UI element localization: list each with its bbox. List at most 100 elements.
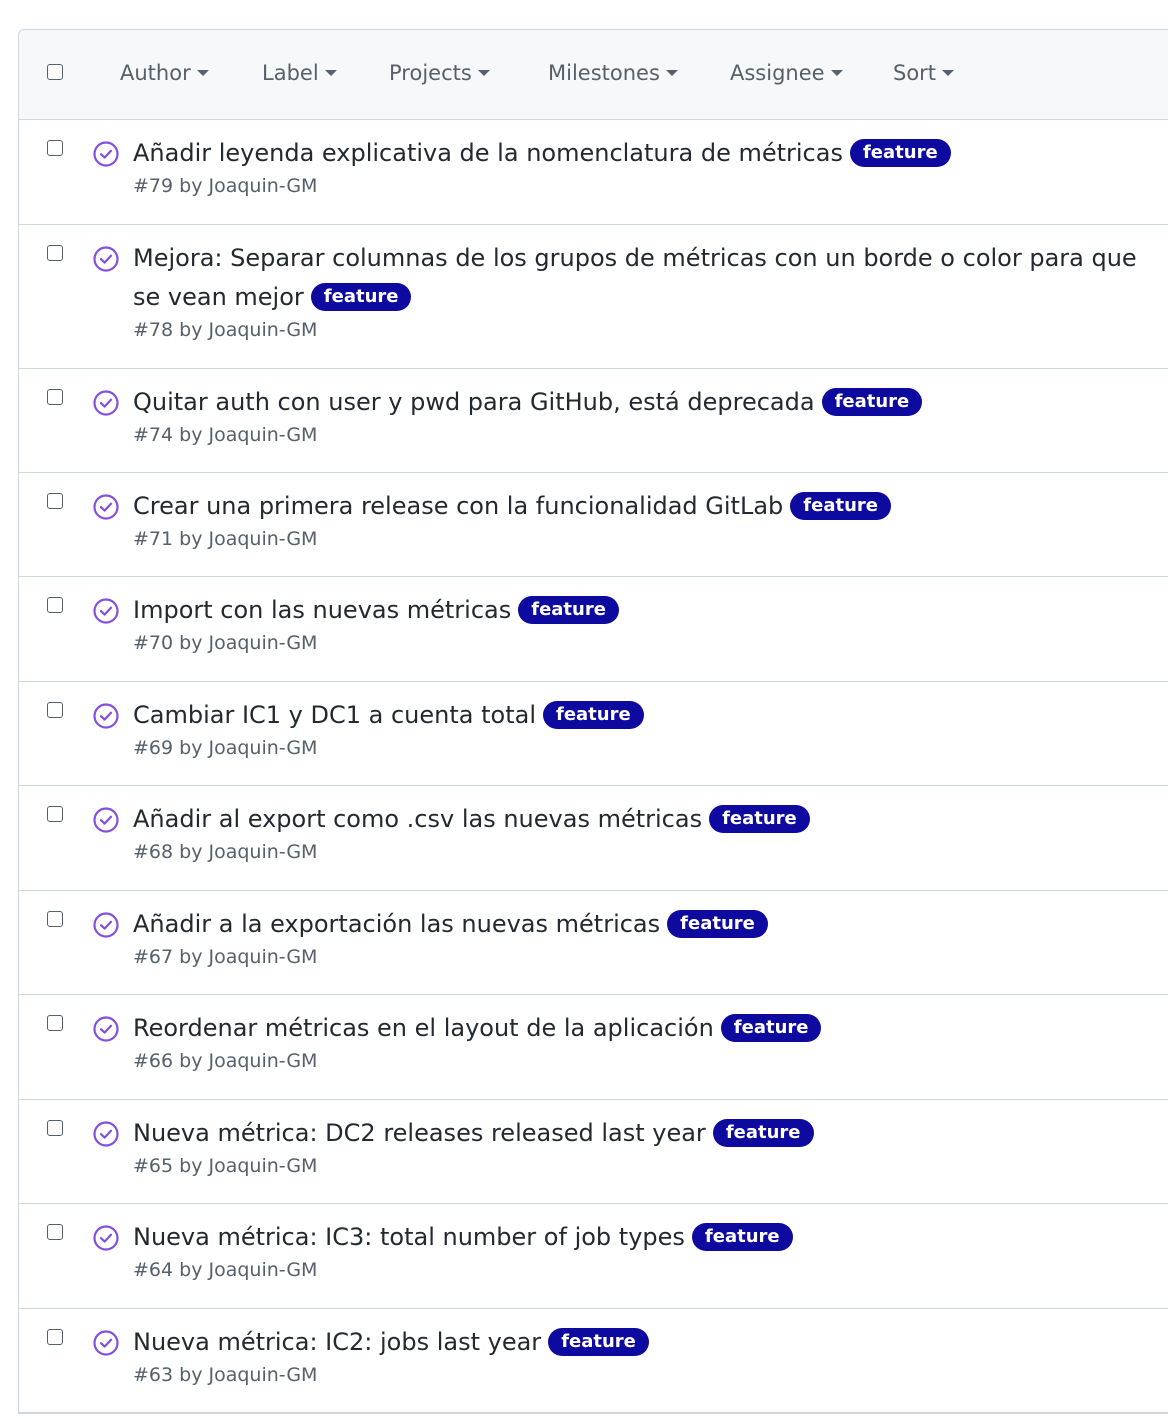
closed-issue-icon	[93, 703, 119, 729]
issue-list: Añadir leyenda explicativa de la nomencl…	[19, 120, 1168, 1413]
issue-checkbox[interactable]	[47, 702, 63, 718]
closed-issue-icon	[93, 390, 119, 416]
closed-issue-icon	[93, 1330, 119, 1356]
issue-title-line: Nueva métrica: DC2 releases released las…	[133, 1114, 1159, 1153]
issue-title-link[interactable]: Reordenar métricas en el layout de la ap…	[133, 1014, 714, 1042]
select-all-checkbox[interactable]	[47, 64, 63, 80]
chevron-down-icon	[942, 70, 955, 76]
issue-title-link[interactable]: Crear una primera release con la funcion…	[133, 492, 783, 520]
issue-meta: #79 by Joaquin-GM	[133, 175, 318, 197]
issue-title-line: Añadir leyenda explicativa de la nomencl…	[133, 134, 1159, 173]
issue-row: Cambiar IC1 y DC1 a cuenta total feature …	[19, 682, 1168, 786]
issue-content: Quitar auth con user y pwd para GitHub, …	[133, 383, 1159, 448]
issue-title-link[interactable]: Quitar auth con user y pwd para GitHub, …	[133, 388, 815, 416]
issue-checkbox[interactable]	[47, 389, 63, 405]
issue-row: Reordenar métricas en el layout de la ap…	[19, 995, 1168, 1100]
issue-checkbox[interactable]	[47, 1329, 63, 1345]
issue-row: Añadir al export como .csv las nuevas mé…	[19, 786, 1168, 891]
chevron-down-icon	[665, 70, 678, 76]
label-badge[interactable]: feature	[720, 1014, 822, 1042]
closed-issue-icon	[93, 807, 119, 833]
issue-checkbox[interactable]	[47, 493, 63, 509]
label-badge[interactable]: feature	[518, 596, 619, 624]
label-badge[interactable]: feature	[667, 910, 768, 938]
issue-checkbox[interactable]	[47, 1224, 63, 1240]
issue-title-line: Crear una primera release con la funcion…	[133, 487, 1159, 526]
issue-title-link[interactable]: Añadir al export como .csv las nuevas mé…	[133, 805, 702, 833]
projects-filter[interactable]: Projects	[389, 61, 490, 85]
issue-row: Nueva métrica: IC3: total number of job …	[19, 1204, 1168, 1309]
issue-title-line: Reordenar métricas en el layout de la ap…	[133, 1009, 1159, 1048]
label-badge[interactable]: feature	[709, 805, 810, 833]
issue-title-line: Cambiar IC1 y DC1 a cuenta total feature	[133, 696, 1159, 735]
issues-list-header: Author Label Projects Milestones Assigne…	[19, 30, 1168, 120]
author-filter[interactable]: Author	[120, 61, 209, 85]
milestones-filter[interactable]: Milestones	[548, 61, 678, 85]
label-badge[interactable]: feature	[310, 283, 412, 311]
label-badge[interactable]: feature	[821, 388, 923, 416]
issue-checkbox[interactable]	[47, 140, 63, 156]
issue-title-line: Import con las nuevas métricas feature	[133, 591, 1159, 630]
closed-issue-icon	[93, 246, 119, 272]
issue-meta: #68 by Joaquin-GM	[133, 841, 318, 863]
issue-content: Añadir al export como .csv las nuevas mé…	[133, 800, 1159, 865]
issue-title-link[interactable]: Añadir leyenda explicativa de la nomencl…	[133, 139, 843, 167]
sort-filter-label: Sort	[893, 61, 937, 85]
label-badge[interactable]: feature	[691, 1223, 793, 1251]
issue-content: Añadir leyenda explicativa de la nomencl…	[133, 134, 1159, 199]
label-filter-label: Label	[262, 61, 319, 85]
issue-content: Mejora: Separar columnas de los grupos d…	[133, 239, 1159, 343]
milestones-filter-label: Milestones	[548, 61, 660, 85]
closed-issue-icon	[93, 1121, 119, 1147]
issue-meta: #70 by Joaquin-GM	[133, 632, 318, 654]
issue-checkbox[interactable]	[47, 245, 63, 261]
issues-box: Author Label Projects Milestones Assigne…	[18, 29, 1168, 1414]
label-badge[interactable]: feature	[548, 1328, 649, 1356]
issue-row: Mejora: Separar columnas de los grupos d…	[19, 225, 1168, 369]
issue-row: Añadir leyenda explicativa de la nomencl…	[19, 120, 1168, 225]
issue-meta: #71 by Joaquin-GM	[133, 528, 318, 550]
issue-title-link[interactable]: Import con las nuevas métricas	[133, 596, 511, 624]
issue-content: Nueva métrica: IC2: jobs last year featur…	[133, 1323, 1159, 1388]
issue-meta: #65 by Joaquin-GM	[133, 1155, 318, 1177]
issue-content: Cambiar IC1 y DC1 a cuenta total feature …	[133, 696, 1159, 761]
label-badge[interactable]: feature	[849, 139, 951, 167]
issue-checkbox[interactable]	[47, 806, 63, 822]
sort-filter[interactable]: Sort	[893, 61, 955, 85]
chevron-down-icon	[324, 70, 337, 76]
issue-checkbox[interactable]	[47, 1015, 63, 1031]
closed-issue-icon	[93, 1016, 119, 1042]
label-badge[interactable]: feature	[543, 701, 644, 729]
issue-meta: #64 by Joaquin-GM	[133, 1259, 318, 1281]
issue-title-line: Mejora: Separar columnas de los grupos d…	[133, 239, 1159, 317]
assignee-filter[interactable]: Assignee	[730, 61, 843, 85]
label-filter[interactable]: Label	[262, 61, 337, 85]
issue-title-link[interactable]: Nueva métrica: IC3: total number of job …	[133, 1223, 685, 1251]
label-badge[interactable]: feature	[712, 1119, 814, 1147]
issue-content: Nueva métrica: DC2 releases released las…	[133, 1114, 1159, 1179]
issue-content: Nueva métrica: IC3: total number of job …	[133, 1218, 1159, 1283]
issue-content: Reordenar métricas en el layout de la ap…	[133, 1009, 1159, 1074]
chevron-down-icon	[477, 70, 490, 76]
issue-content: Import con las nuevas métricas feature #7…	[133, 591, 1159, 656]
closed-issue-icon	[93, 141, 119, 167]
label-badge[interactable]: feature	[790, 492, 891, 520]
issue-title-link[interactable]: Añadir a la exportación las nuevas métri…	[133, 910, 660, 938]
issue-meta: #66 by Joaquin-GM	[133, 1050, 318, 1072]
issue-title-line: Añadir a la exportación las nuevas métri…	[133, 905, 1159, 944]
issue-checkbox[interactable]	[47, 597, 63, 613]
issue-checkbox[interactable]	[47, 911, 63, 927]
issue-title-link[interactable]: Cambiar IC1 y DC1 a cuenta total	[133, 701, 536, 729]
closed-issue-icon	[93, 912, 119, 938]
issue-row: Quitar auth con user y pwd para GitHub, …	[19, 369, 1168, 473]
issue-row: Nueva métrica: DC2 releases released las…	[19, 1100, 1168, 1204]
issue-row: Nueva métrica: IC2: jobs last year featur…	[19, 1309, 1168, 1413]
issue-content: Crear una primera release con la funcion…	[133, 487, 1159, 552]
issue-meta: #69 by Joaquin-GM	[133, 737, 318, 759]
chevron-down-icon	[830, 70, 843, 76]
issue-checkbox[interactable]	[47, 1120, 63, 1136]
issue-title-link[interactable]: Mejora: Separar columnas de los grupos d…	[133, 244, 1137, 311]
issue-content: Añadir a la exportación las nuevas métri…	[133, 905, 1159, 970]
issue-title-link[interactable]: Nueva métrica: DC2 releases released las…	[133, 1119, 706, 1147]
issue-title-link[interactable]: Nueva métrica: IC2: jobs last year	[133, 1328, 541, 1356]
